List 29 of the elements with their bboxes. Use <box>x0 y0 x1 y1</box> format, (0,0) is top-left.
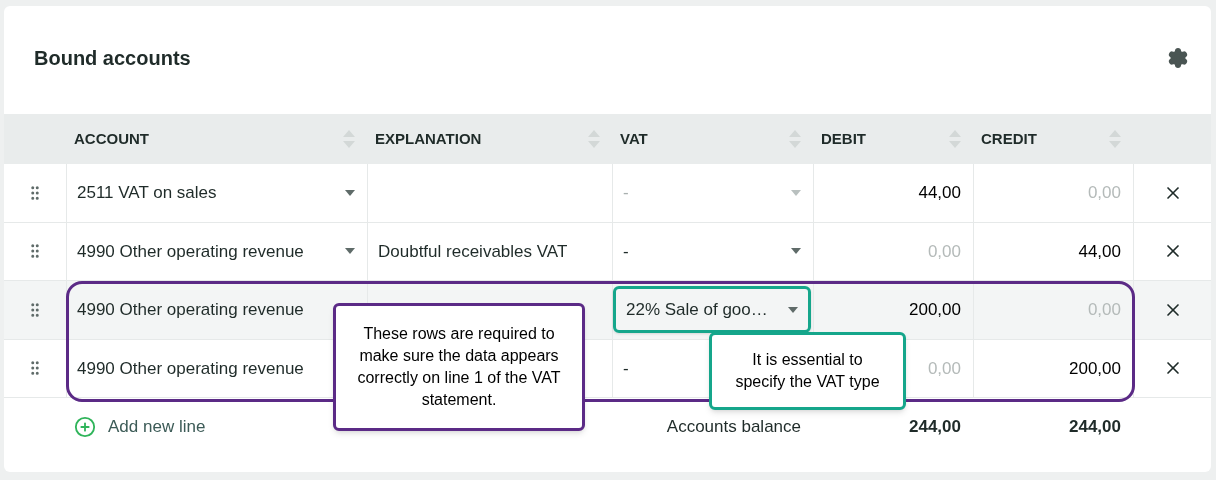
balance-label: Accounts balance <box>666 416 801 439</box>
debit-total: 244,00 <box>909 416 961 439</box>
caret-icon <box>345 189 355 196</box>
callout-note: These rows are required to make sure the data appears correctly on line 1 of the VAT statement. <box>333 303 585 431</box>
column-header[interactable]: DEBIT <box>821 127 866 151</box>
section-title: Bound accounts <box>34 46 191 71</box>
add-line-button[interactable]: Add new line <box>74 414 206 440</box>
debit-value[interactable]: 200,00 <box>909 297 961 323</box>
credit-value[interactable]: 44,00 <box>1078 238 1121 264</box>
column-header[interactable]: EXPLANATION <box>375 127 482 151</box>
account-value[interactable]: 4990 Other operating revenue <box>77 238 304 264</box>
callout-note: It is essential to specify the VAT type <box>709 332 906 410</box>
caret-icon <box>788 306 798 313</box>
caret-icon <box>791 189 801 196</box>
account-value[interactable]: 4990 Other operating revenue <box>77 355 304 381</box>
account-value[interactable]: 2511 VAT on sales <box>77 180 217 206</box>
caret-icon <box>791 248 801 255</box>
caret-icon <box>345 248 355 255</box>
vat-select[interactable]: - <box>623 238 801 264</box>
column-header[interactable]: ACCOUNT <box>74 127 149 151</box>
credit-value[interactable]: 200,00 <box>1069 355 1121 381</box>
column-header[interactable]: CREDIT <box>981 127 1037 151</box>
debit-value[interactable]: 44,00 <box>918 180 961 206</box>
column-header[interactable]: VAT <box>620 127 648 151</box>
explanation-value[interactable]: Doubtful receivables VAT <box>378 238 568 264</box>
credit-total: 244,00 <box>1069 416 1121 439</box>
account-value[interactable]: 4990 Other operating revenue <box>77 297 304 323</box>
plus-icon <box>74 416 96 438</box>
settings-icon[interactable] <box>1167 47 1189 69</box>
